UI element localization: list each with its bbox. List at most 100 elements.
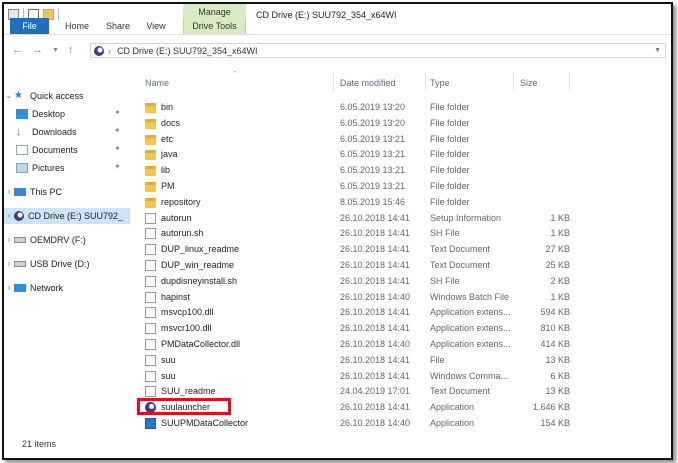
forward-arrow-icon[interactable]: → <box>32 44 43 56</box>
file-size: 154 KB <box>540 418 570 428</box>
file-name: docs <box>161 117 181 128</box>
column-divider[interactable] <box>333 72 334 92</box>
column-header-name[interactable]: Name <box>145 78 169 88</box>
file-size: 810 KB <box>540 323 570 334</box>
column-divider[interactable] <box>569 72 570 92</box>
nav-oemdrv[interactable]: › OEMDRV (F:) <box>4 232 86 248</box>
address-dropdown-icon[interactable]: ▼ <box>654 47 661 54</box>
chevron-right-icon[interactable]: › <box>4 280 14 296</box>
file-date: 8.05.2019 15:46 <box>340 196 406 207</box>
table-row[interactable]: repository 8.05.2019 15:46 File folder <box>135 195 665 210</box>
pin-icon[interactable]: ✦ <box>114 108 121 117</box>
file-date: 6.05.2019 13:20 <box>340 102 406 112</box>
table-row[interactable]: docs 6.05.2019 13:20 File folder <box>135 116 665 131</box>
pin-icon[interactable]: ✦ <box>114 162 121 171</box>
table-row[interactable]: autorun 26.10.2018 14:41 Setup Information… <box>135 211 665 226</box>
usb-drive-icon <box>14 261 26 267</box>
file-type: Setup Information <box>430 212 502 223</box>
nav-cd-drive[interactable]: › CD Drive (E:) SUU792_ <box>4 208 130 224</box>
nav-network[interactable]: › Network <box>4 280 63 296</box>
file-icon <box>145 212 156 224</box>
table-row[interactable]: PM 6.05.2019 13:21 File folder <box>135 179 665 194</box>
table-row[interactable]: msvcp100.dll 26.10.2018 14:41 Application … <box>135 305 665 320</box>
file-type: SH File <box>430 228 460 239</box>
breadcrumb-separator-icon[interactable]: › <box>108 46 111 56</box>
nav-desktop[interactable]: Desktop <box>16 106 65 122</box>
table-row[interactable]: bin 6.05.2019 13:20 File folder <box>135 100 665 115</box>
file-date: 24.04.2019 17:01 <box>340 386 411 397</box>
chevron-down-icon[interactable]: ⌄ <box>4 88 14 104</box>
tab-view[interactable]: View <box>141 18 171 34</box>
column-header-type[interactable]: Type <box>430 78 450 88</box>
table-row[interactable]: DUP_win_readme 26.10.2018 14:41 Text Docum… <box>135 258 665 273</box>
file-date: 6.05.2019 13:21 <box>340 181 406 191</box>
chevron-right-icon[interactable]: › <box>4 208 14 224</box>
tab-file[interactable]: File <box>10 18 49 34</box>
column-header-size[interactable]: Size <box>520 78 538 88</box>
ribbon-tabs: File Home Share View Drive Tools <box>4 18 671 35</box>
file-name: PM <box>161 181 175 191</box>
tab-share[interactable]: Share <box>102 18 134 34</box>
window-app-icon <box>145 418 156 429</box>
nav-label: Desktop <box>32 109 66 119</box>
file-date: 26.10.2018 14:41 <box>340 323 411 334</box>
table-row[interactable]: etc 6.05.2019 13:21 File folder <box>135 132 665 147</box>
manage-context-tab[interactable]: Manage <box>183 4 246 18</box>
file-date: 26.10.2018 14:41 <box>340 402 411 413</box>
file-type: Application extens... <box>430 307 511 318</box>
nav-downloads[interactable]: ↓ Downloads <box>16 124 77 140</box>
table-row[interactable]: dupdisneyinstall.sh 26.10.2018 14:41 SH Fi… <box>135 274 665 289</box>
file-size: 594 KB <box>540 307 570 318</box>
table-row[interactable]: SUUPMDataCollector 26.10.2018 14:40 Applic… <box>135 416 665 431</box>
file-date: 6.05.2019 13:20 <box>340 117 406 128</box>
chevron-right-icon[interactable]: › <box>4 256 14 272</box>
column-header-date[interactable]: Date modified <box>340 78 396 88</box>
tab-home[interactable]: Home <box>59 18 95 34</box>
file-size: 1 KB <box>550 228 570 239</box>
nav-usb-drive[interactable]: › USB Drive (D:) <box>4 256 90 272</box>
file-icon <box>145 275 156 287</box>
table-row[interactable]: suu 26.10.2018 14:41 Windows Comma... 6 KB <box>135 369 665 384</box>
address-bar[interactable]: › CD Drive (E:) SUU792_354_x64WI ▼ <box>90 43 666 58</box>
tab-drive-tools[interactable]: Drive Tools <box>183 18 246 34</box>
file-date: 26.10.2018 14:40 <box>340 291 411 302</box>
table-row[interactable]: autorun.sh 26.10.2018 14:41 SH File 1 KB <box>135 226 665 241</box>
chevron-right-icon[interactable]: › <box>4 232 14 248</box>
table-row[interactable]: java 6.05.2019 13:21 File folder <box>135 147 665 162</box>
file-date: 26.10.2018 14:41 <box>340 212 411 223</box>
column-divider[interactable] <box>513 72 514 92</box>
up-arrow-icon[interactable]: ↑ <box>68 44 74 56</box>
highlight-box <box>137 398 231 415</box>
nav-quick-access[interactable]: ⌄ ★ Quick access <box>4 88 84 104</box>
file-name: bin <box>161 102 174 112</box>
file-size: 13 KB <box>545 354 570 365</box>
folder-icon <box>145 166 156 177</box>
file-name: suu <box>161 370 176 381</box>
table-row[interactable]: suu 26.10.2018 14:41 File 13 KB <box>135 353 665 368</box>
chevron-right-icon[interactable]: › <box>4 184 14 200</box>
recent-dropdown-icon[interactable]: ▼ <box>52 47 59 54</box>
pin-icon[interactable]: ✦ <box>114 144 121 153</box>
table-row[interactable]: PMDataCollector.dll 26.10.2018 14:40 Appli… <box>135 337 665 352</box>
file-date: 26.10.2018 14:41 <box>340 244 411 255</box>
nav-documents[interactable]: Documents <box>16 142 78 158</box>
file-date: 26.10.2018 14:41 <box>340 260 411 270</box>
column-divider[interactable] <box>425 72 426 92</box>
table-row[interactable]: lib 6.05.2019 13:21 File folder <box>135 163 665 178</box>
file-name: etc <box>161 133 174 144</box>
nav-pictures[interactable]: Pictures <box>16 160 65 176</box>
back-arrow-icon[interactable]: ← <box>12 44 23 56</box>
nav-this-pc[interactable]: › This PC <box>4 184 62 200</box>
file-type: File folder <box>430 149 470 160</box>
folder-icon <box>145 182 156 192</box>
folder-icon <box>145 103 156 113</box>
table-row[interactable]: msvcr100.dll 26.10.2018 14:41 Application … <box>135 321 665 336</box>
file-icon <box>145 386 156 398</box>
file-name: repository <box>161 196 201 207</box>
table-row[interactable]: DUP_linux_readme 26.10.2018 14:41 Text Doc… <box>135 242 665 257</box>
address-row: ← → ▼ ↑ › CD Drive (E:) SUU792_354_x64WI… <box>4 41 671 61</box>
address-path: CD Drive (E:) SUU792_354_x64WI <box>117 45 258 56</box>
table-row[interactable]: hapinst 26.10.2018 14:40 Windows Batch Fil… <box>135 290 665 305</box>
pin-icon[interactable]: ✦ <box>114 126 121 135</box>
nav-label: Downloads <box>32 127 77 137</box>
